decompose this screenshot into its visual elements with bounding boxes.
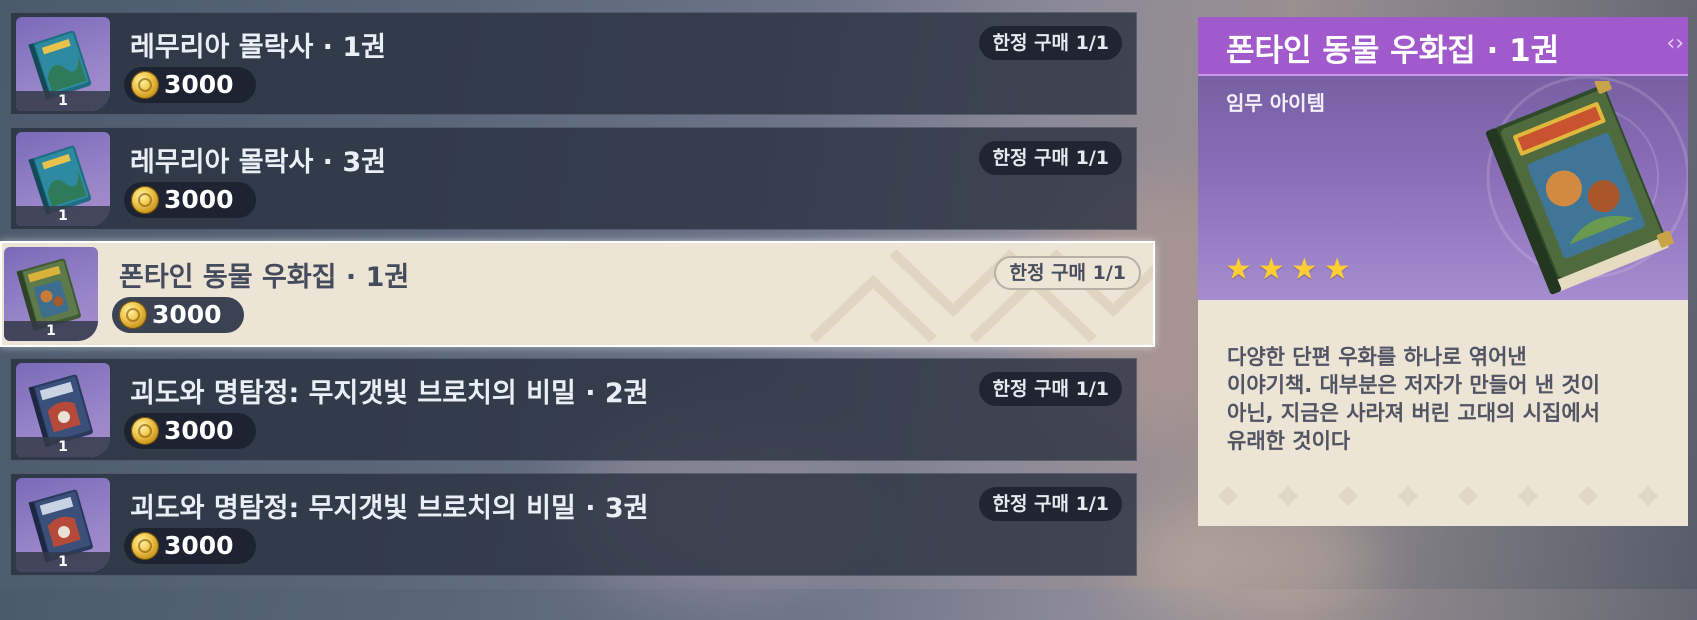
- description-line: 유래한 것이다: [1227, 429, 1351, 453]
- price-amount: 3000: [164, 70, 234, 99]
- shop-item-list: 1 레무리아 몰락사 · 1권 3000 한정 구매 1/1 1 레무리아 몰락…: [0, 0, 1160, 589]
- item-thumbnail: 1: [4, 247, 98, 341]
- item-price: 3000: [124, 182, 256, 218]
- detail-title-bar: 폰타인 동물 우화집 · 1권 ‹›: [1198, 17, 1688, 76]
- item-thumbnail: 1: [16, 132, 110, 226]
- item-thumbnail: 1: [16, 17, 110, 111]
- item-type-label: 임무 아이템: [1226, 91, 1325, 115]
- item-title: 괴도와 명탐정: 무지갯빛 브로치의 비밀 · 2권: [130, 378, 649, 409]
- purchase-limit-badge: 한정 구매 1/1: [979, 141, 1122, 175]
- price-amount: 3000: [164, 185, 234, 214]
- price-amount: 3000: [164, 531, 234, 560]
- shop-item-row[interactable]: 1 레무리아 몰락사 · 3권 3000 한정 구매 1/1: [10, 127, 1137, 230]
- purchase-limit-badge: 한정 구매 1/1: [994, 256, 1141, 290]
- mora-coin-icon: [131, 186, 159, 214]
- item-price: 3000: [124, 413, 256, 449]
- mora-coin-icon: [119, 301, 147, 329]
- item-title: 레무리아 몰락사 · 3권: [130, 147, 386, 178]
- item-quantity: 1: [16, 437, 110, 457]
- decorative-pattern: [1218, 486, 1658, 506]
- shop-item-row[interactable]: 1 괴도와 명탐정: 무지갯빛 브로치의 비밀 · 3권 3000 한정 구매 …: [10, 473, 1137, 576]
- rarity-stars: ★ ★ ★ ★: [1225, 255, 1351, 285]
- item-quantity: 1: [4, 321, 98, 341]
- item-thumbnail: 1: [16, 478, 110, 572]
- price-amount: 3000: [164, 416, 234, 445]
- description-line: 이야기책. 대부분은 저자가 만들어 낸 것이: [1227, 373, 1600, 397]
- item-price: 3000: [124, 67, 256, 103]
- item-thumbnail: 1: [16, 363, 110, 457]
- description-line: 다양한 단편 우화를 하나로 엮어낸: [1227, 345, 1527, 369]
- star-icon: ★: [1225, 252, 1252, 287]
- item-detail-panel: 임무 아이템 ★ ★ ★ ★ 폰타인 동물 우화집 · 1권 ‹› 다양한 단편…: [1198, 17, 1688, 526]
- shop-item-row-selected[interactable]: 1 폰타인 동물 우화집 · 1권 3000 한정 구매 1/1: [0, 241, 1155, 347]
- item-quantity: 1: [16, 552, 110, 572]
- shop-item-row[interactable]: 1 레무리아 몰락사 · 1권 3000 한정 구매 1/1: [10, 12, 1137, 115]
- shop-item-row[interactable]: 1 괴도와 명탐정: 무지갯빛 브로치의 비밀 · 2권 3000 한정 구매 …: [10, 358, 1137, 461]
- detail-title: 폰타인 동물 우화집 · 1권: [1226, 33, 1560, 69]
- mora-coin-icon: [131, 71, 159, 99]
- purchase-limit-badge: 한정 구매 1/1: [979, 372, 1122, 406]
- star-icon: ★: [1290, 252, 1318, 287]
- item-title: 레무리아 몰락사 · 1권: [130, 32, 386, 63]
- item-description: 다양한 단편 우화를 하나로 엮어낸 이야기책. 대부분은 저자가 만들어 낸 …: [1227, 343, 1667, 455]
- mora-coin-icon: [131, 532, 159, 560]
- purchase-limit-badge: 한정 구매 1/1: [979, 487, 1122, 521]
- item-quantity: 1: [16, 91, 110, 111]
- description-line: 아닌, 지금은 사라져 버린 고대의 시집에서: [1227, 401, 1600, 425]
- item-title: 폰타인 동물 우화집 · 1권: [119, 262, 410, 293]
- item-price: 3000: [112, 297, 244, 333]
- item-quantity: 1: [16, 206, 110, 226]
- mora-coin-icon: [131, 417, 159, 445]
- star-icon: ★: [1323, 252, 1351, 287]
- item-title: 괴도와 명탐정: 무지갯빛 브로치의 비밀 · 3권: [130, 493, 649, 524]
- star-icon: ★: [1257, 252, 1285, 287]
- corner-ornament-icon: ‹›: [1666, 31, 1684, 56]
- price-amount: 3000: [152, 300, 222, 329]
- fontaine-fables-book-icon: [1485, 81, 1674, 295]
- purchase-limit-badge: 한정 구매 1/1: [979, 26, 1122, 60]
- item-price: 3000: [124, 528, 256, 564]
